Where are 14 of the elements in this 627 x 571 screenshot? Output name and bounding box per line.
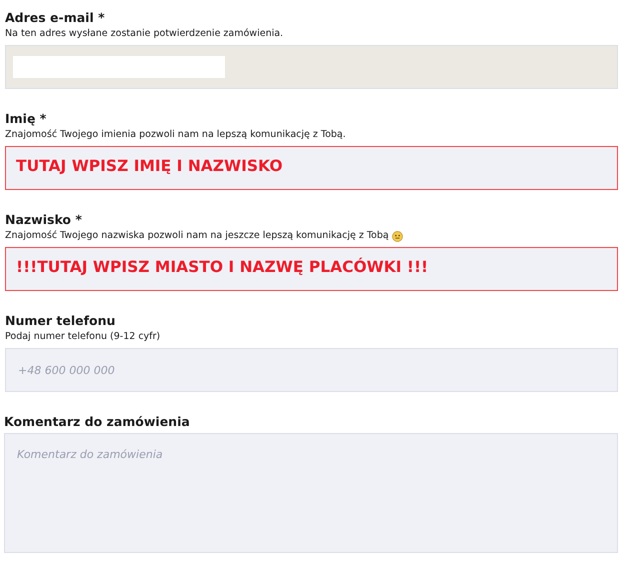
- field-hint: Znajomość Twojego imienia pozwoli nam na lepszą komunikację z Tobą.: [5, 128, 346, 142]
- input-field[interactable]: +48 600 000 000: [5, 348, 618, 392]
- field-label: Numer telefonu: [5, 313, 116, 329]
- email-field[interactable]: [5, 45, 618, 89]
- field-hint: Znajomość Twojego nazwiska pozwoli nam na jeszcze lepszą komunikację z Tobą: [5, 229, 389, 243]
- input-field[interactable]: TUTAJ WPISZ IMIĘ I NAZWISKO: [5, 146, 618, 190]
- input-field[interactable]: !!!TUTAJ WPISZ MIASTO I NAZWĘ PLACÓWKI !!!: [5, 247, 618, 291]
- field-hint: Na ten adres wysłane zostanie potwierdzenie zamówienia.: [5, 27, 284, 41]
- field-label: Adres e-mail *: [5, 10, 106, 26]
- comment-textarea[interactable]: Komentarz do zamówienia: [4, 433, 618, 553]
- field-label: Imię *: [5, 111, 48, 127]
- field-label: Nazwisko *: [5, 212, 83, 228]
- field-hint: Podaj numer telefonu (9-12 cyfr): [5, 330, 160, 344]
- field-label: Komentarz do zamówienia: [4, 414, 191, 430]
